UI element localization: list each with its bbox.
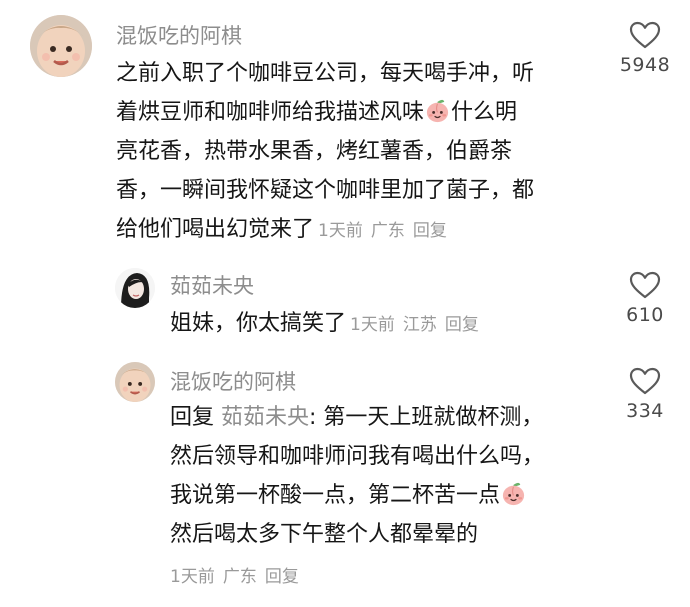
comment-text: 之前入职了个咖啡豆公司，每天喝手冲，听 着烘豆师和咖啡师给我描述风味 什么明 亮花… <box>116 54 534 251</box>
peach-face-emoji-icon <box>424 97 451 124</box>
username[interactable]: 混饭吃的阿棋 <box>116 20 242 50</box>
like-button[interactable]: 5948 <box>610 20 680 76</box>
heart-outline-icon <box>629 21 661 49</box>
avatar[interactable] <box>30 15 92 77</box>
comment-location: 广东 <box>370 221 405 241</box>
username[interactable]: 混饭吃的阿棋 <box>170 366 296 396</box>
baby-avatar-icon <box>30 15 92 77</box>
comment-line-text: 我说第一杯酸一点，第二杯苦一点 <box>170 483 501 508</box>
comment-line: 亮花香，热带水果香，烤红薯香，伯爵茶 <box>116 139 513 164</box>
comment-line: 姐妹，你太搞笑了 1天前 江苏 回复 <box>170 304 487 345</box>
mention-link[interactable]: 茹茹未央 <box>221 405 309 430</box>
comment-line: 我说第一杯酸一点，第二杯苦一点 <box>170 476 544 515</box>
comment-time: 1天前 <box>350 315 395 335</box>
comment-location: 江苏 <box>402 315 437 335</box>
girl-avatar-icon <box>115 268 155 308</box>
comment-text: 姐妹，你太搞笑了 1天前 江苏 回复 <box>170 304 487 345</box>
comment-line: 回复 茹茹未央: 第一天上班就做杯测， <box>170 398 544 437</box>
avatar[interactable] <box>115 268 155 308</box>
reply-prefix: 回复 <box>170 405 215 430</box>
like-count: 5948 <box>619 54 671 76</box>
comment-line-text: 什么明 <box>451 100 518 125</box>
comment-line-text: 着烘豆师和咖啡师给我描述风味 <box>116 100 425 125</box>
comment-line: 之前入职了个咖啡豆公司，每天喝手冲，听 <box>116 61 535 86</box>
comment-line: 给他们喝出幻觉来了 1天前 广东 回复 <box>116 210 534 251</box>
comment-meta: 1天前 广东 回复 <box>170 562 299 587</box>
reply-button[interactable]: 回复 <box>265 567 299 587</box>
peach-face-emoji-icon <box>500 480 527 507</box>
comment-line: 然后领导和咖啡师问我有喝出什么吗， <box>170 444 545 469</box>
like-button[interactable]: 610 <box>610 270 680 326</box>
heart-outline-icon <box>629 367 661 395</box>
avatar[interactable] <box>115 362 155 402</box>
reply-button[interactable]: 回复 <box>445 315 479 335</box>
comment-location: 广东 <box>222 567 257 587</box>
comment-line: 香，一瞬间我怀疑这个咖啡里加了菌子，都 <box>116 178 535 203</box>
like-button[interactable]: 334 <box>610 366 680 422</box>
comment-time: 1天前 <box>170 567 215 587</box>
comment-line-text: 姐妹，你太搞笑了 <box>170 311 347 336</box>
like-count: 334 <box>626 400 664 422</box>
comment-meta: 1天前 广东 回复 <box>318 221 455 241</box>
comment-line-text: 给他们喝出幻觉来了 <box>116 217 315 242</box>
like-count: 610 <box>626 304 664 326</box>
comment-line-text: : 第一天上班就做杯测， <box>309 405 544 430</box>
comment-line: 着烘豆师和咖啡师给我描述风味 什么明 <box>116 93 534 132</box>
comment-meta: 1天前 江苏 回复 <box>350 315 487 335</box>
comment-line: 然后喝太多下午整个人都晕晕的 <box>170 522 479 547</box>
username[interactable]: 茹茹未央 <box>170 270 254 300</box>
comment-time: 1天前 <box>318 221 363 241</box>
baby-avatar-icon <box>115 362 155 402</box>
heart-outline-icon <box>629 271 661 299</box>
comment-text: 回复 茹茹未央: 第一天上班就做杯测， 然后领导和咖啡师问我有喝出什么吗， 我说… <box>170 398 544 554</box>
reply-button[interactable]: 回复 <box>413 221 447 241</box>
